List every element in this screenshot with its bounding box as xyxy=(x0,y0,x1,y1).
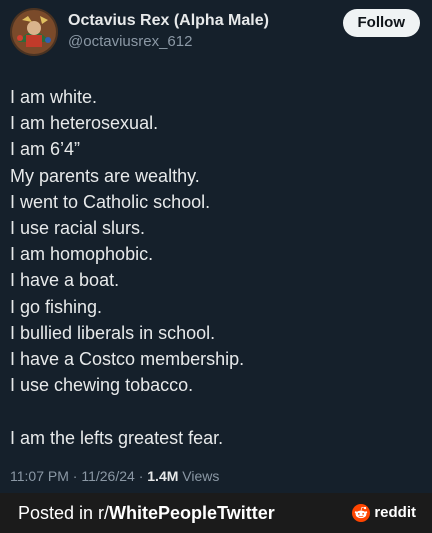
subreddit-name[interactable]: WhitePeopleTwitter xyxy=(109,503,275,523)
posted-in-prefix: Posted in r/ xyxy=(18,503,110,523)
tweet-line: I am homophobic. xyxy=(10,244,154,265)
tweet-meta: 11:07 PM · 11/26/24 · 1.4M Views xyxy=(10,468,219,484)
meta-separator: · xyxy=(138,468,148,484)
avatar[interactable] xyxy=(10,8,58,56)
tweet-line: I went to Catholic school. xyxy=(10,191,211,212)
tweet-header: Octavius Rex (Alpha Male) @octaviusrex_6… xyxy=(10,8,422,60)
tweet-line: I am heterosexual. xyxy=(10,113,159,134)
display-name[interactable]: Octavius Rex (Alpha Male) xyxy=(68,10,269,32)
reddit-wordmark: reddit xyxy=(374,504,416,521)
user-handle[interactable]: @octaviusrex_612 xyxy=(68,32,269,52)
views-label: Views xyxy=(182,468,220,484)
tweet-date[interactable]: 11/26/24 xyxy=(81,468,134,484)
reddit-footer: Posted in r/WhitePeopleTwitter reddit xyxy=(0,493,432,533)
tweet-line: I am white. xyxy=(10,87,98,107)
reddit-logo[interactable]: reddit xyxy=(352,503,416,523)
posted-in-text: Posted in r/WhitePeopleTwitter xyxy=(18,502,275,524)
tweet-line: I use chewing tobacco. xyxy=(10,375,194,396)
follow-button[interactable]: Follow xyxy=(342,9,420,37)
tweet-line: My parents are wealthy. xyxy=(10,165,200,186)
tweet-line: I am the lefts greatest fear. xyxy=(10,427,224,448)
tweet-line: I go fishing. xyxy=(10,296,103,317)
views-count: 1.4M xyxy=(147,468,179,484)
tweet-line: I have a Costco membership. xyxy=(10,349,245,370)
tweet-time[interactable]: 11:07 PM xyxy=(10,468,69,484)
avatar-image xyxy=(10,8,58,56)
tweet-line: I bullied liberals in school. xyxy=(10,322,216,343)
tweet-card: Octavius Rex (Alpha Male) @octaviusrex_6… xyxy=(0,0,432,493)
user-info: Octavius Rex (Alpha Male) @octaviusrex_6… xyxy=(68,10,269,52)
tweet-line: I am 6’4” xyxy=(10,139,81,160)
tweet-line: I use racial slurs. xyxy=(10,218,146,239)
tweet-line: I have a boat. xyxy=(10,270,120,291)
tweet-text: I am white. I am heterosexual. I am 6’4”… xyxy=(10,84,422,451)
reddit-snoo-icon xyxy=(352,504,371,522)
